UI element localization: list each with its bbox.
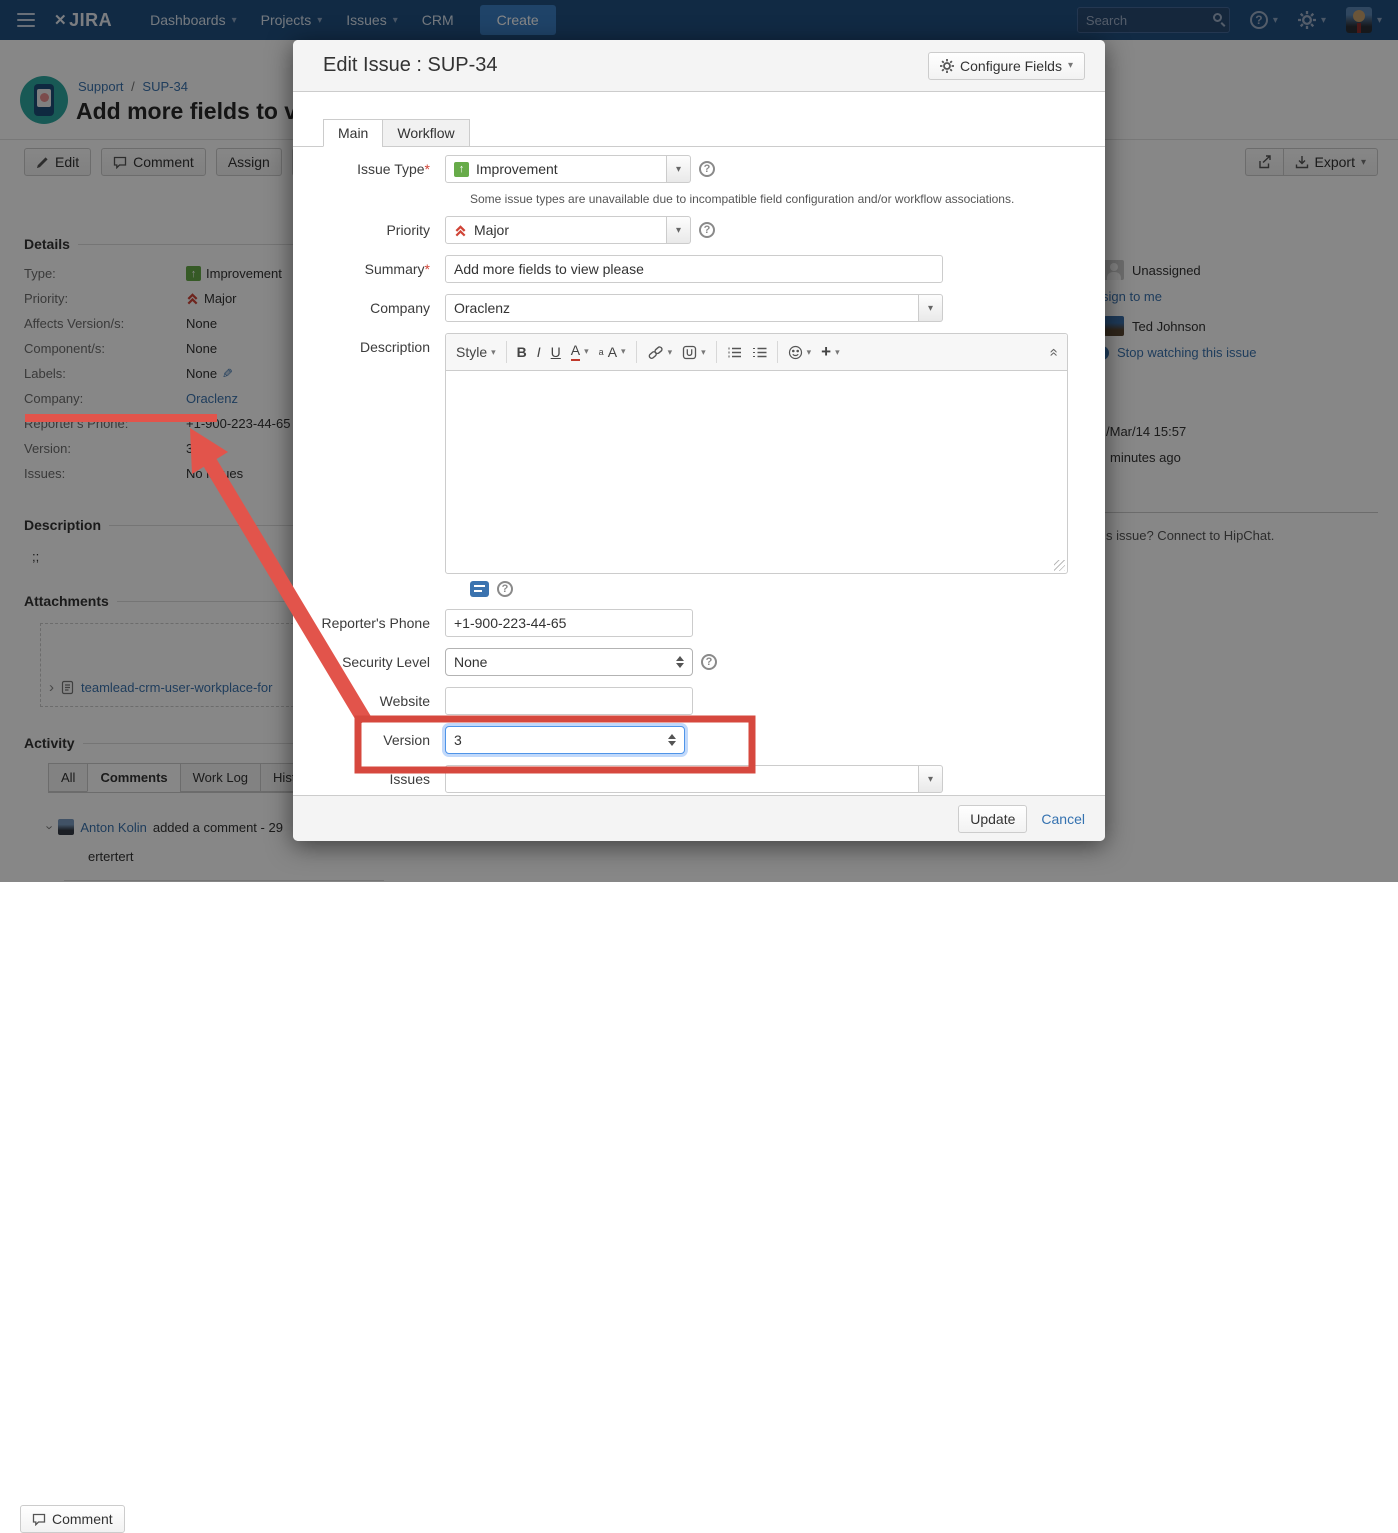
text-mode-toggle-icon[interactable]	[470, 581, 489, 597]
bold-button[interactable]: B	[517, 344, 527, 360]
description-editor: Style ▾ B I U A ▾	[445, 333, 1068, 574]
speech-bubble-icon	[32, 1513, 46, 1526]
link-icon	[647, 345, 664, 360]
field-version: Version 3	[303, 726, 1105, 754]
help-icon[interactable]: ?	[497, 581, 513, 597]
issues-input[interactable]	[445, 765, 919, 793]
issue-type-dropdown-button[interactable]: ▾	[667, 155, 691, 183]
version-select[interactable]: 3	[445, 726, 685, 754]
major-priority-icon	[454, 224, 467, 237]
help-icon[interactable]: ?	[701, 654, 717, 670]
issues-dropdown-button[interactable]: ▾	[919, 765, 943, 793]
priority-combo[interactable]: Major ▾	[445, 216, 691, 244]
style-menu[interactable]: Style ▾	[456, 344, 496, 360]
text-color-button[interactable]: A ▾	[571, 343, 589, 360]
caret-down-icon: ▾	[584, 346, 589, 357]
help-icon[interactable]: ?	[699, 222, 715, 238]
caret-down-icon: ▾	[621, 346, 626, 357]
emoji-button[interactable]: ▾	[788, 345, 812, 360]
issues-combo[interactable]: ▾	[445, 765, 943, 793]
tab-workflow[interactable]: Workflow	[382, 119, 469, 147]
insert-more-button[interactable]: + ▾	[821, 342, 839, 362]
dialog-body: Main Workflow Issue Type* ↑ Improvement …	[293, 92, 1105, 795]
tab-main[interactable]: Main	[323, 119, 383, 147]
issue-type-note: Some issue types are unavailable due to …	[470, 191, 1105, 207]
field-security: Security Level None ?	[303, 648, 1105, 676]
underline-button[interactable]: U	[551, 344, 561, 360]
company-dropdown-button[interactable]: ▾	[919, 294, 943, 322]
editor-toolbar: Style ▾ B I U A ▾	[446, 334, 1067, 371]
bullet-list-icon	[727, 346, 742, 359]
security-level-select[interactable]: None	[445, 648, 693, 676]
dialog-title: Edit Issue : SUP-34	[323, 54, 498, 77]
gear-icon	[940, 59, 954, 73]
company-combo[interactable]: ▾	[445, 294, 943, 322]
collapse-toolbar-icon[interactable]: »	[1044, 348, 1061, 356]
cancel-link[interactable]: Cancel	[1041, 811, 1085, 827]
dialog-header: Edit Issue : SUP-34 Configure Fields ▾	[293, 40, 1105, 92]
field-issues: Issues ▾	[303, 765, 1105, 793]
caret-down-icon: ▾	[1068, 60, 1073, 71]
issue-type-combo[interactable]: ↑ Improvement ▾	[445, 155, 691, 183]
caret-down-icon: ▾	[807, 347, 812, 358]
resize-handle[interactable]	[1054, 560, 1065, 571]
summary-input[interactable]	[445, 255, 943, 283]
dialog-tabs: Main Workflow	[293, 119, 1105, 147]
bullet-list-button[interactable]	[727, 346, 742, 359]
field-description: Description Style ▾ B I U A	[303, 333, 1105, 574]
caret-down-icon: ▾	[701, 347, 706, 358]
field-phone: Reporter's Phone	[303, 609, 1105, 637]
improvement-icon: ↑	[454, 162, 469, 177]
field-priority: Priority Major ▾ ?	[303, 216, 1105, 244]
dialog-footer: Update Cancel	[293, 795, 1105, 841]
help-icon[interactable]: ?	[699, 161, 715, 177]
select-spinner-icon	[676, 656, 684, 668]
caret-down-icon: ▾	[835, 347, 840, 358]
attach-button[interactable]: ▾	[682, 345, 706, 360]
paperclip-icon	[682, 345, 697, 360]
emoji-icon	[788, 345, 803, 360]
numbered-list-icon	[752, 346, 767, 359]
link-button[interactable]: ▾	[647, 345, 673, 360]
select-spinner-icon	[668, 734, 676, 746]
numbered-list-button[interactable]	[752, 346, 767, 359]
plus-icon: +	[821, 342, 831, 362]
text-size-button[interactable]: aA ▾	[599, 344, 626, 360]
company-input[interactable]	[445, 294, 919, 322]
phone-input[interactable]	[445, 609, 693, 637]
field-website: Website	[303, 687, 1105, 715]
description-textarea[interactable]	[446, 371, 1067, 573]
field-issue-type: Issue Type* ↑ Improvement ▾ ?	[303, 155, 1105, 183]
priority-dropdown-button[interactable]: ▾	[667, 216, 691, 244]
update-button[interactable]: Update	[958, 805, 1027, 833]
field-summary: Summary*	[303, 255, 1105, 283]
edit-issue-dialog: Edit Issue : SUP-34 Configure Fields ▾ M…	[293, 40, 1105, 841]
add-comment-button[interactable]: Comment	[20, 1505, 125, 1533]
caret-down-icon: ▾	[668, 347, 673, 358]
italic-button[interactable]: I	[537, 344, 541, 360]
field-company: Company ▾	[303, 294, 1105, 322]
configure-fields-button[interactable]: Configure Fields ▾	[928, 52, 1085, 80]
caret-down-icon: ▾	[491, 347, 496, 358]
website-input[interactable]	[445, 687, 693, 715]
